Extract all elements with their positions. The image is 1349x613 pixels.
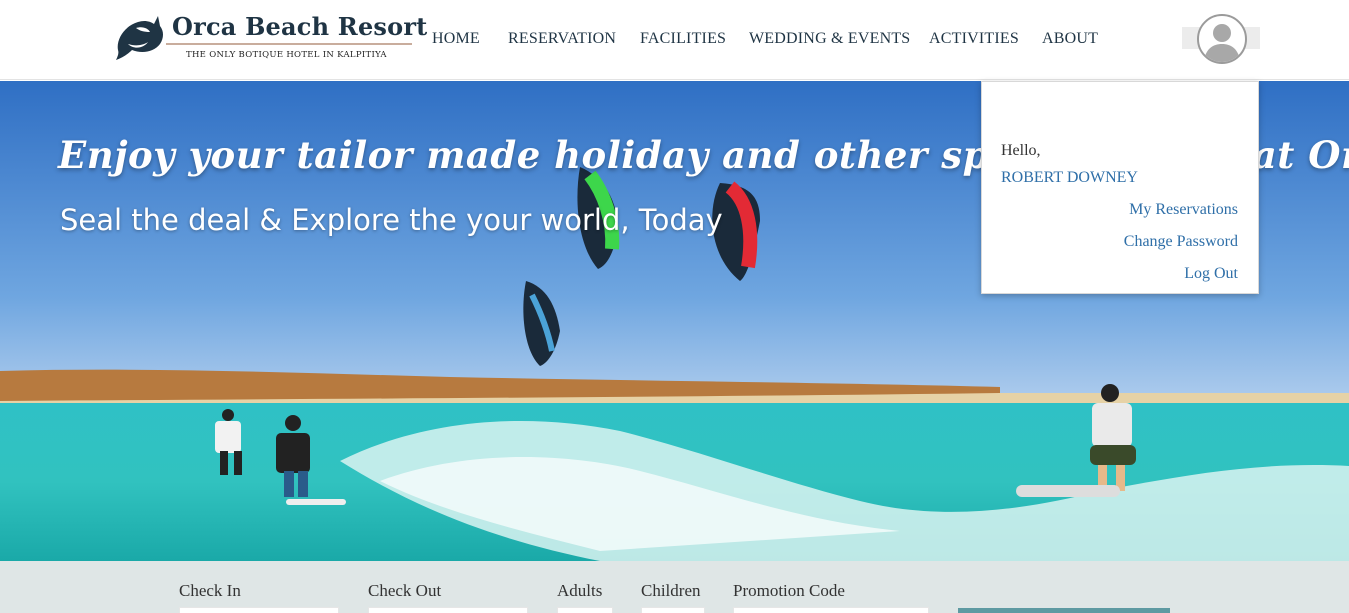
adults-label: Adults [557,581,603,600]
check-out-label: Check Out [368,581,442,600]
booking-bar: Check In Check Out Adults Children Promo… [0,561,1349,613]
orca-icon [116,16,163,60]
site-header: Orca Beach Resort THE ONLY BOTIQUE HOTEL… [0,0,1349,80]
nav-activities[interactable]: ACTIVITIES [929,30,1019,48]
check-in-label: Check In [179,581,241,600]
adults-select[interactable] [557,607,613,613]
nav-wedding-events[interactable]: WEDDING & EVENTS [749,30,910,48]
user-greeting: Hello, [1001,142,1041,159]
user-avatar-icon[interactable] [1197,14,1247,64]
nav-facilities[interactable]: FACILITIES [640,30,726,48]
log-out-link[interactable]: Log Out [1184,265,1238,283]
brand-name: Orca Beach Resort [172,12,428,41]
check-availability-button[interactable] [958,608,1170,613]
user-dropdown-menu: Hello, ROBERT DOWNEY My Reservations Cha… [981,81,1259,294]
nav-home[interactable]: HOME [432,30,480,48]
brand-logo[interactable]: Orca Beach Resort THE ONLY BOTIQUE HOTEL… [114,12,427,66]
nav-about[interactable]: ABOUT [1042,30,1098,48]
my-reservations-link[interactable]: My Reservations [1129,201,1238,219]
promo-code-label: Promotion Code [733,581,845,600]
children-select[interactable] [641,607,705,613]
hero-subtitle: Seal the deal & Explore the your world, … [60,203,723,237]
brand-tagline: THE ONLY BOTIQUE HOTEL IN KALPITIYA [186,50,387,60]
children-label: Children [641,581,701,600]
promo-code-input[interactable] [733,607,929,613]
nav-reservation[interactable]: RESERVATION [508,30,616,48]
check-out-input[interactable] [368,607,528,613]
change-password-link[interactable]: Change Password [1124,233,1238,251]
check-in-input[interactable] [179,607,339,613]
brand-divider [166,43,412,45]
user-name-link[interactable]: ROBERT DOWNEY [1001,169,1138,187]
